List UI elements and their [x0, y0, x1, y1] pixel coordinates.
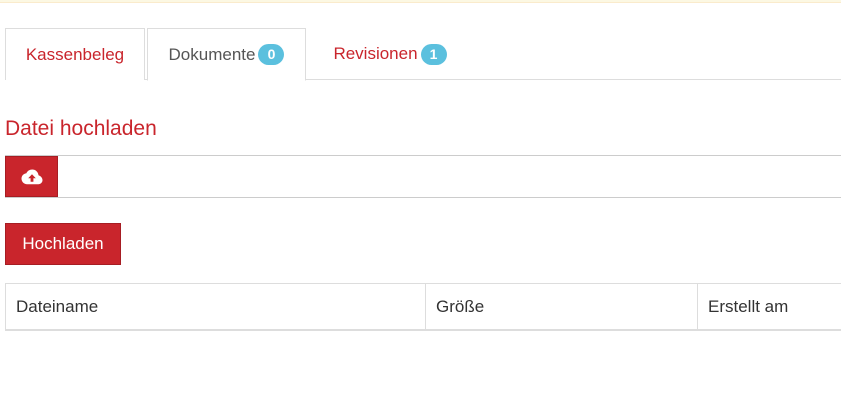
cloud-upload-icon	[21, 169, 42, 184]
column-header-erstellt-am[interactable]: Erstellt am	[698, 284, 841, 329]
tab-dokumente[interactable]: Dokumente 0	[147, 28, 306, 81]
revisionen-count-badge: 1	[420, 43, 447, 65]
tab-dokumente-label: Dokumente	[168, 44, 256, 64]
upload-section-title: Datei hochladen	[5, 117, 157, 140]
dokumente-count-badge: 0	[258, 44, 285, 65]
upload-button[interactable]: Hochladen	[5, 223, 121, 265]
tab-bar: Kassenbeleg Dokumente 0 Revisionen 1	[5, 28, 841, 81]
file-name-field[interactable]	[58, 156, 841, 197]
documents-table: Dateiname Größe Erstellt am	[5, 283, 841, 331]
file-select-button[interactable]	[5, 156, 58, 197]
column-header-groesse[interactable]: Größe	[426, 284, 698, 329]
tab-kassenbeleg[interactable]: Kassenbeleg	[5, 28, 145, 80]
file-upload-row	[5, 155, 841, 198]
tab-kassenbeleg-label: Kassenbeleg	[25, 44, 125, 64]
tab-revisionen[interactable]: Revisionen 1	[310, 28, 470, 80]
column-header-dateiname[interactable]: Dateiname	[6, 284, 426, 329]
alert-strip	[0, 0, 841, 3]
tab-revisionen-label: Revisionen	[333, 44, 418, 63]
